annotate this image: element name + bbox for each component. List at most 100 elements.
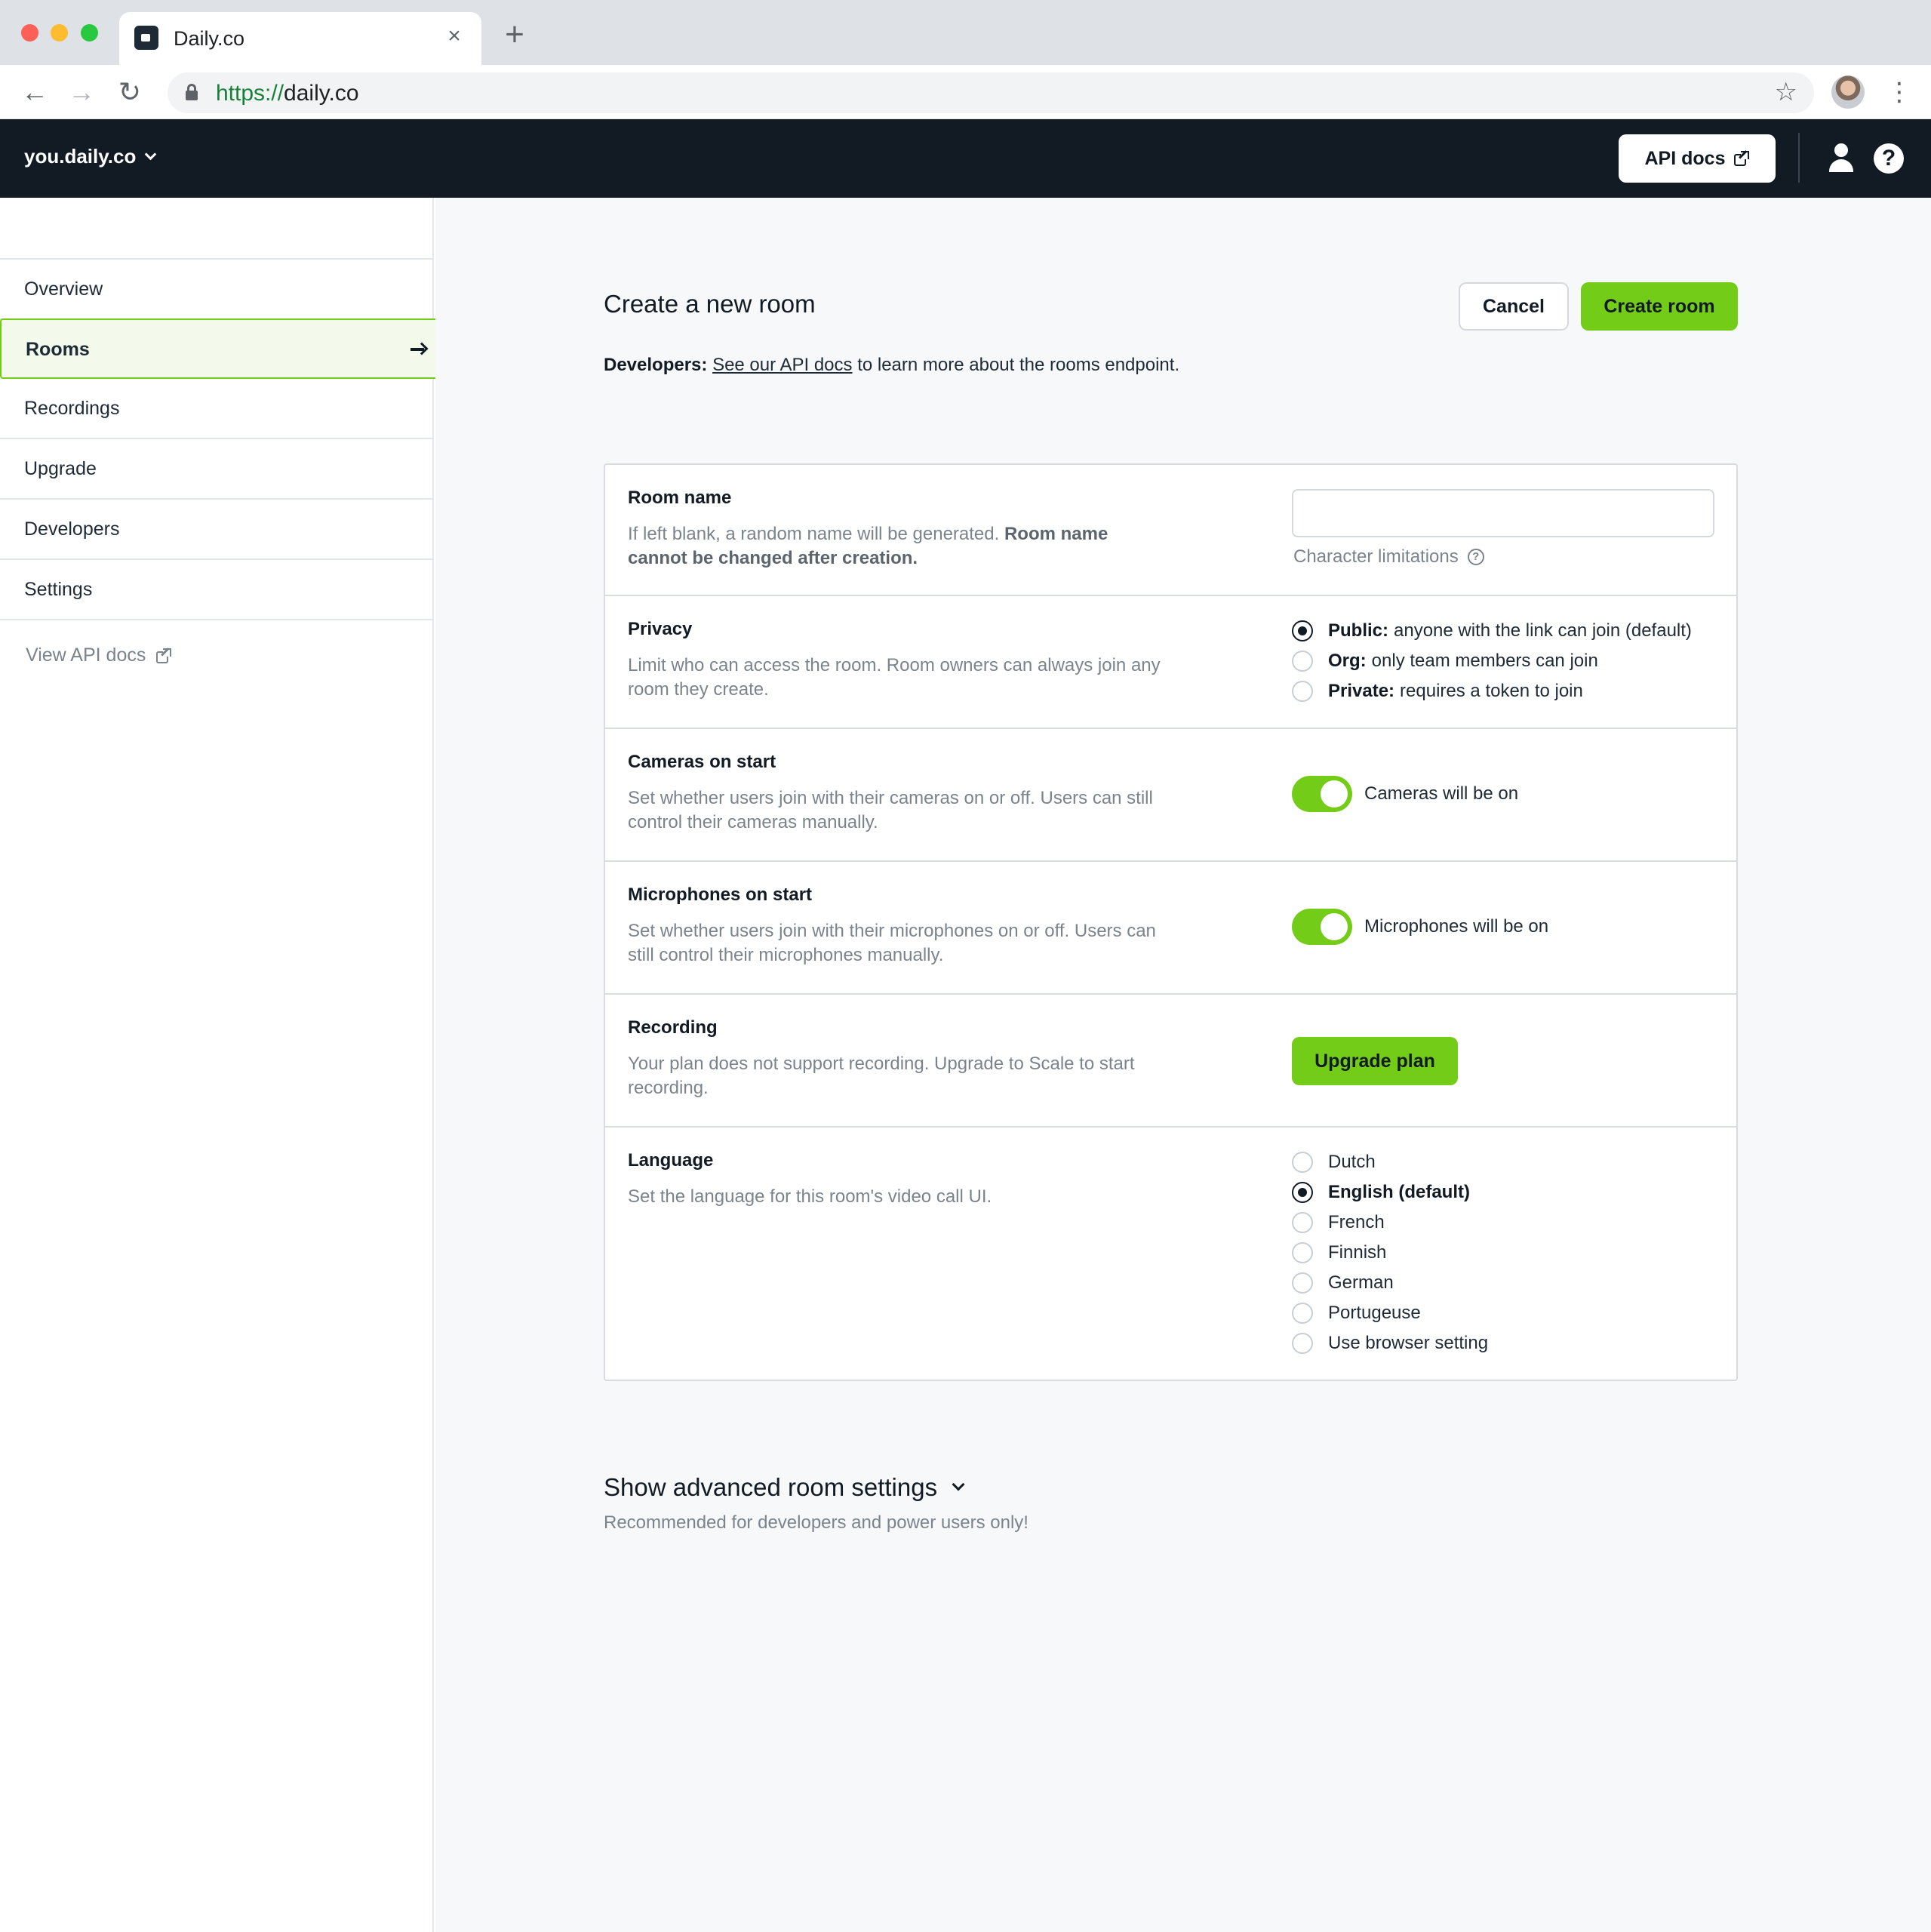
microphones-title: Microphones on start [628, 884, 813, 905]
user-account-icon[interactable] [1828, 143, 1855, 174]
help-icon[interactable]: ? [1874, 143, 1904, 174]
advanced-settings-title: Show advanced room settings [604, 1473, 938, 1501]
view-api-docs-link[interactable]: View API docs [26, 645, 172, 666]
language-option-finnish[interactable]: Finnish [1292, 1238, 1488, 1268]
radio-checked[interactable] [1292, 1182, 1313, 1203]
close-window-icon[interactable] [21, 24, 38, 42]
address-bar[interactable]: https://daily.co ☆ [168, 72, 1814, 113]
language-option-dutch[interactable]: Dutch [1292, 1147, 1488, 1177]
cameras-row: Cameras on start Set whether users join … [605, 729, 1736, 862]
recording-desc: Your plan does not support recording. Up… [628, 1054, 1135, 1098]
microphones-toggle[interactable] [1292, 909, 1352, 945]
room-name-row: Room name If left blank, a random name w… [605, 465, 1736, 596]
forward-arrow-icon[interactable]: → [65, 75, 98, 109]
language-option-french[interactable]: French [1292, 1208, 1488, 1238]
radio-unchecked[interactable] [1292, 1333, 1313, 1354]
recording-row: Recording Your plan does not support rec… [605, 995, 1736, 1128]
microphones-row: Microphones on start Set whether users j… [605, 862, 1736, 995]
reload-icon[interactable]: ↻ [113, 75, 146, 109]
sidebar-item-label: Rooms [26, 339, 90, 360]
external-link-icon [1734, 150, 1750, 166]
radio-checked[interactable] [1292, 620, 1313, 641]
language-desc: Set the language for this room's video c… [628, 1186, 992, 1207]
create-room-button[interactable]: Create room [1581, 282, 1738, 331]
radio-unchecked[interactable] [1292, 1212, 1313, 1233]
sidebar-item-recordings[interactable]: Recordings [0, 379, 434, 439]
page-title: Create a new room [604, 290, 816, 318]
chevron-down-icon [145, 148, 157, 161]
room-settings-card: Room name If left blank, a random name w… [604, 463, 1738, 1381]
radio-unchecked[interactable] [1292, 1303, 1313, 1324]
sidebar-item-settings[interactable]: Settings [0, 560, 434, 620]
header-divider [1798, 133, 1800, 183]
sidebar: Overview Rooms Recordings Upgrade Develo… [0, 198, 445, 1932]
back-arrow-icon[interactable]: ← [18, 75, 51, 109]
tab-close-icon[interactable]: × [441, 23, 468, 50]
browser-menu-icon[interactable]: ⋮ [1886, 75, 1912, 109]
sidebar-item-developers[interactable]: Developers [0, 500, 434, 560]
new-tab-icon[interactable]: + [498, 18, 531, 51]
domain-label: you.daily.co [24, 145, 137, 168]
maximize-window-icon[interactable] [81, 24, 98, 42]
sidebar-nav: Overview Rooms Recordings Upgrade Develo… [0, 258, 445, 620]
main-content: Create a new room Cancel Create room Dev… [435, 198, 1931, 1932]
language-option-english[interactable]: English (default) [1292, 1177, 1488, 1208]
sidebar-item-overview[interactable]: Overview [0, 260, 434, 320]
microphones-toggle-label: Microphones will be on [1364, 916, 1549, 937]
url-text: https://daily.co [216, 81, 359, 106]
cameras-toggle-label: Cameras will be on [1364, 783, 1519, 804]
radio-unchecked[interactable] [1292, 681, 1313, 702]
language-option-portuguese[interactable]: Portugeuse [1292, 1298, 1488, 1328]
privacy-option-org[interactable]: Org: only team members can join [1292, 646, 1692, 676]
character-limitations-hint[interactable]: Character limitations ? [1293, 546, 1484, 568]
upgrade-plan-button[interactable]: Upgrade plan [1292, 1037, 1458, 1085]
api-docs-link[interactable]: See our API docs [712, 355, 852, 375]
room-name-title: Room name [628, 488, 732, 508]
api-docs-button[interactable]: API docs [1619, 134, 1776, 183]
chevron-down-icon [952, 1478, 965, 1491]
cameras-title: Cameras on start [628, 752, 776, 772]
lock-icon [186, 84, 198, 100]
radio-unchecked[interactable] [1292, 1242, 1313, 1263]
minimize-window-icon[interactable] [51, 24, 68, 42]
app-header: you.daily.co API docs ? [0, 119, 1931, 198]
domain-switcher[interactable]: you.daily.co [24, 145, 157, 168]
profile-avatar[interactable] [1831, 75, 1865, 109]
advanced-settings-subtitle: Recommended for developers and power use… [604, 1512, 1029, 1533]
developers-note-suffix: to learn more about the rooms endpoint. [857, 355, 1180, 375]
radio-unchecked[interactable] [1292, 1272, 1313, 1294]
language-option-browser[interactable]: Use browser setting [1292, 1328, 1488, 1358]
sidebar-item-rooms[interactable]: Rooms [0, 318, 445, 379]
browser-tabstrip: Daily.co × + [0, 0, 1931, 65]
cameras-desc: Set whether users join with their camera… [628, 788, 1153, 832]
cameras-toggle[interactable] [1292, 776, 1352, 812]
bookmark-star-icon[interactable]: ☆ [1775, 77, 1797, 107]
browser-tab[interactable]: Daily.co × [119, 12, 481, 65]
recording-title: Recording [628, 1017, 718, 1038]
daily-favicon-icon [134, 26, 158, 50]
room-name-desc: If left blank, a random name will be gen… [628, 524, 1108, 568]
privacy-row: Privacy Limit who can access the room. R… [605, 596, 1736, 729]
show-advanced-settings-toggle[interactable]: Show advanced room settings [604, 1473, 965, 1502]
radio-unchecked[interactable] [1292, 1152, 1313, 1173]
language-options: Dutch English (default) French Finnish G… [1292, 1147, 1488, 1358]
privacy-option-public[interactable]: Public: anyone with the link can join (de… [1292, 616, 1692, 646]
cancel-button[interactable]: Cancel [1459, 282, 1569, 331]
view-api-docs-label: View API docs [26, 645, 146, 666]
privacy-option-private[interactable]: Private: requires a token to join [1292, 676, 1692, 706]
language-row: Language Set the language for this room'… [605, 1128, 1736, 1380]
privacy-title: Privacy [628, 619, 693, 639]
cameras-toggle-group: Cameras will be on [1292, 776, 1518, 812]
developers-note: Developers: See our API docs to learn mo… [604, 355, 1179, 376]
browser-toolbar: ← → ↻ https://daily.co ☆ ⋮ [0, 65, 1931, 119]
sidebar-item-upgrade[interactable]: Upgrade [0, 439, 434, 500]
microphones-toggle-group: Microphones will be on [1292, 909, 1548, 945]
question-circle-icon[interactable]: ? [1467, 549, 1484, 565]
room-name-input[interactable] [1292, 489, 1714, 537]
privacy-desc: Limit who can access the room. Room owne… [628, 655, 1161, 700]
tab-title: Daily.co [174, 27, 245, 50]
language-option-german[interactable]: German [1292, 1268, 1488, 1298]
radio-unchecked[interactable] [1292, 651, 1313, 672]
developers-note-prefix: Developers: [604, 355, 708, 375]
arrow-right-icon [410, 342, 429, 356]
